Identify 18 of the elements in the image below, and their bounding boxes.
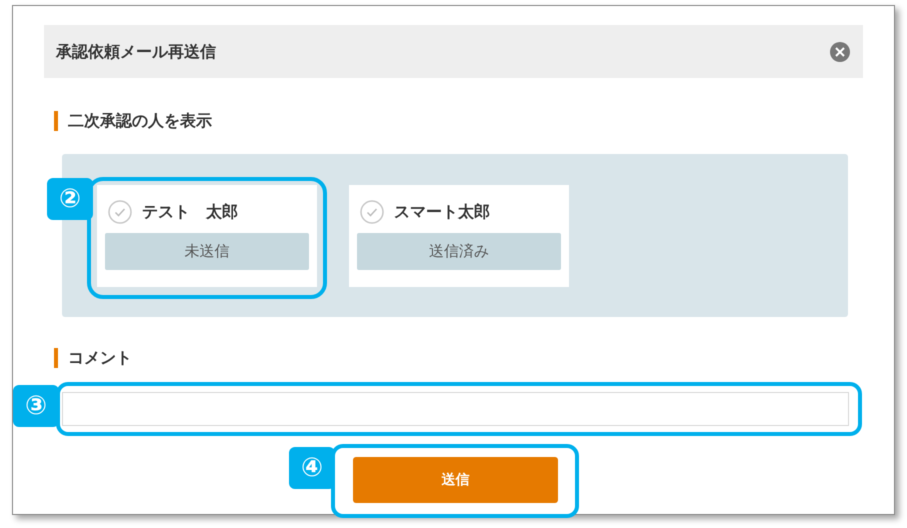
section-heading: コメント xyxy=(68,347,132,369)
send-status: 未送信 xyxy=(105,233,309,270)
callout-badge: ② xyxy=(47,178,93,220)
dialog-title: 承認依頼メール再送信 xyxy=(56,40,216,62)
heading-accent-bar xyxy=(54,348,58,368)
approver-card[interactable]: スマート太郎 送信済み xyxy=(349,185,569,287)
approver-name: テスト 太郎 xyxy=(142,201,238,223)
section-heading: 二次承認の人を表示 xyxy=(68,110,212,132)
comment-field[interactable] xyxy=(62,392,849,426)
heading-accent-bar xyxy=(54,111,58,131)
check-icon xyxy=(360,200,384,224)
callout-badge: ④ xyxy=(289,447,335,489)
close-icon[interactable] xyxy=(829,40,851,62)
check-icon xyxy=(108,200,132,224)
callout-badge: ③ xyxy=(13,385,59,427)
send-status: 送信済み xyxy=(357,233,561,270)
approver-card[interactable]: テスト 太郎 未送信 xyxy=(97,185,317,287)
approver-name: スマート太郎 xyxy=(394,201,490,223)
